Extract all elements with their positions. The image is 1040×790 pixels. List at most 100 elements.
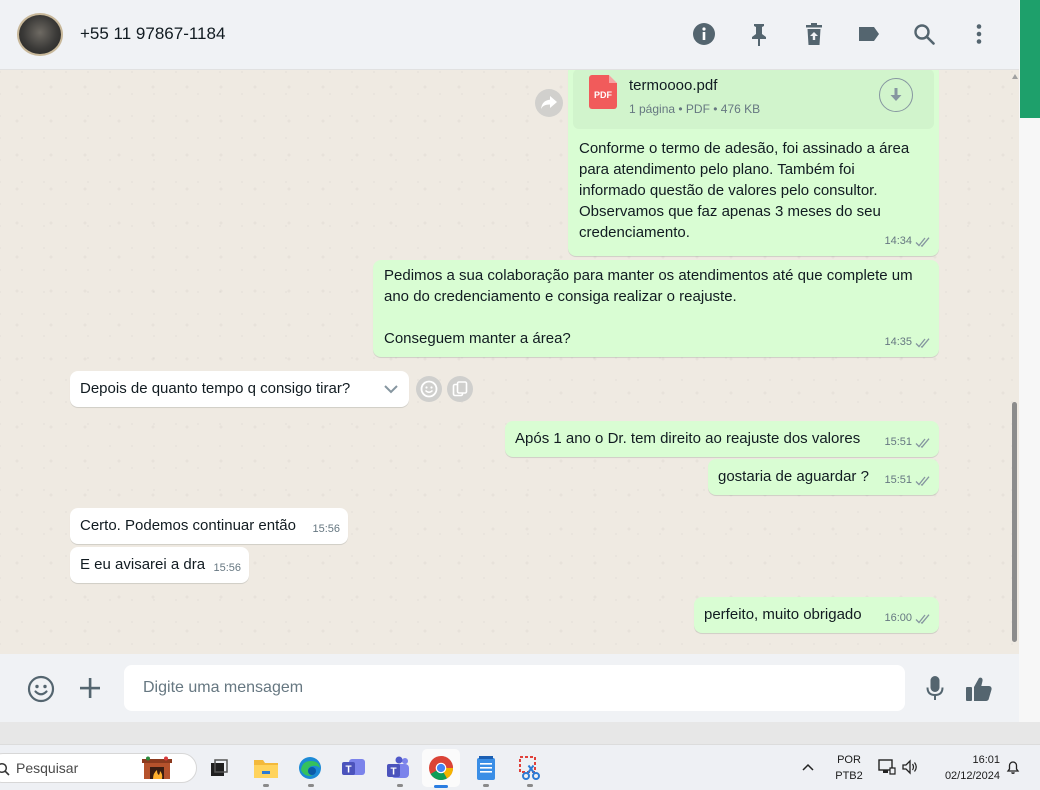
double-check-icon: [915, 236, 931, 247]
message-line: para atendimento pelo plano. Também foi: [579, 161, 855, 178]
message-text: E eu avisarei a dra: [80, 556, 206, 573]
search-label: Pesquisar: [16, 760, 79, 776]
message-meta: 15:51: [884, 432, 931, 453]
snipping-tool-icon[interactable]: [516, 754, 544, 782]
message-line: informado questão de valores pelo consul…: [579, 182, 878, 199]
message-bubble[interactable]: gostaria de aguardar ? 15:51: [708, 459, 939, 495]
language-indicator-top[interactable]: POR: [830, 754, 868, 766]
message-text: Após 1 ano o Dr. tem direito ao reajuste…: [515, 430, 861, 447]
taskbar-running-indicator: [527, 784, 533, 787]
message-bubble[interactable]: perfeito, muito obrigado 16:00: [694, 597, 939, 633]
message-meta: 14:35: [884, 332, 931, 353]
clock-date[interactable]: 02/12/2024: [930, 770, 1006, 782]
message-text: Depois de quanto tempo q consigo tirar?: [80, 380, 351, 397]
edge-browser-icon[interactable]: [296, 754, 324, 782]
svg-text:T: T: [345, 765, 351, 776]
notepad-icon[interactable]: [472, 754, 500, 782]
file-explorer-icon[interactable]: [252, 754, 280, 782]
chat-scrollbar[interactable]: [1010, 70, 1019, 654]
microphone-icon[interactable]: [922, 674, 948, 704]
message-time: 15:56: [213, 562, 241, 574]
react-emoji-button[interactable]: [416, 376, 442, 402]
copy-icon: [452, 381, 468, 397]
message-bubble[interactable]: Após 1 ano o Dr. tem direito ao reajuste…: [505, 421, 939, 457]
whatsapp-window: +55 11 97867-1184 PDF termoooo.pdf 1 pág…: [0, 0, 1019, 722]
fireplace-icon: [141, 756, 173, 780]
svg-text:T: T: [390, 767, 396, 778]
message-text: Conforme o termo de adesão, foi assinado…: [579, 138, 909, 243]
message-input[interactable]: [124, 665, 905, 711]
taskbar-running-indicator: [308, 784, 314, 787]
teams-classic-icon[interactable]: T: [340, 754, 368, 782]
search-icon[interactable]: [910, 20, 938, 48]
message-meta: 16:00: [884, 608, 931, 629]
message-time: 16:00: [884, 612, 912, 624]
contact-name[interactable]: +55 11 97867-1184: [80, 24, 225, 44]
message-bubble[interactable]: Pedimos a sua colaboração para manter os…: [373, 260, 939, 357]
message-time: 15:51: [884, 474, 912, 486]
task-view-icon[interactable]: [205, 754, 233, 782]
info-icon[interactable]: [690, 20, 718, 48]
network-icon[interactable]: [878, 759, 896, 780]
taskbar-running-indicator: [483, 784, 489, 787]
double-check-icon: [915, 437, 931, 448]
avatar[interactable]: [17, 13, 63, 56]
message-time: 15:56: [312, 523, 340, 535]
taskbar-search[interactable]: Pesquisar: [0, 753, 197, 783]
document-attachment[interactable]: PDF termoooo.pdf 1 página • PDF • 476 KB: [573, 70, 934, 129]
double-check-icon: [915, 475, 931, 486]
window-edge: [1019, 0, 1040, 722]
message-meta: 14:34: [884, 231, 931, 252]
delete-icon[interactable]: [800, 20, 828, 48]
plus-icon[interactable]: [76, 674, 104, 702]
chevron-down-icon[interactable]: [381, 379, 401, 399]
download-icon: [890, 88, 902, 101]
message-bubble[interactable]: E eu avisarei a dra 15:56: [70, 547, 249, 583]
message-composer: [0, 654, 1019, 722]
chevron-up-icon[interactable]: [801, 759, 817, 775]
message-text: perfeito, muito obrigado: [704, 606, 862, 623]
thumbs-up-icon[interactable]: [963, 673, 995, 705]
notification-bell-icon[interactable]: [1005, 759, 1021, 780]
message-line: Conseguem manter a área?: [384, 330, 571, 347]
clock-time[interactable]: 16:01: [930, 754, 1006, 766]
message-bubble-document[interactable]: PDF termoooo.pdf 1 página • PDF • 476 KB…: [568, 70, 939, 256]
document-name: termoooo.pdf: [629, 77, 718, 94]
message-line: Observamos que faz apenas 3 meses do seu: [579, 203, 881, 220]
message-line: [384, 307, 913, 328]
copy-button[interactable]: [447, 376, 473, 402]
message-text: Certo. Podemos continuar então: [80, 517, 296, 534]
message-line: Pedimos a sua colaboração para manter os…: [384, 267, 913, 284]
message-bubble[interactable]: Certo. Podemos continuar então 15:56: [70, 508, 348, 544]
window-accent: [1020, 0, 1040, 118]
language-indicator-bottom[interactable]: PTB2: [830, 770, 868, 782]
message-meta: 15:51: [884, 470, 931, 491]
chrome-icon[interactable]: [427, 754, 455, 782]
scroll-up-arrow-icon[interactable]: [1012, 74, 1018, 79]
more-icon[interactable]: [965, 20, 993, 48]
chat-header: +55 11 97867-1184: [0, 0, 1019, 70]
message-line: Conforme o termo de adesão, foi assinado…: [579, 140, 910, 157]
forward-icon[interactable]: [535, 89, 563, 117]
search-icon: [0, 762, 10, 776]
taskbar-active-indicator: [434, 785, 448, 788]
message-time: 14:35: [884, 336, 912, 348]
message-line: ano do credenciamento e consiga realizar…: [384, 288, 737, 305]
taskbar: Pesquisar T T POR PTB2 16:01 02/12/2024: [0, 744, 1040, 790]
message-bubble[interactable]: Depois de quanto tempo q consigo tirar?: [70, 371, 409, 407]
message-text: Pedimos a sua colaboração para manter os…: [384, 265, 913, 349]
double-check-icon: [915, 337, 931, 348]
message-text: gostaria de aguardar ?: [718, 468, 869, 485]
emoji-icon[interactable]: [26, 674, 56, 704]
volume-icon[interactable]: [901, 759, 919, 780]
pdf-badge: PDF: [594, 89, 612, 100]
message-time: 15:51: [884, 436, 912, 448]
teams-icon[interactable]: T: [385, 754, 413, 782]
message-line: credenciamento.: [579, 224, 690, 241]
message-list[interactable]: PDF termoooo.pdf 1 página • PDF • 476 KB…: [0, 70, 1019, 654]
pin-icon[interactable]: [745, 20, 773, 48]
label-icon[interactable]: [855, 20, 883, 48]
message-time: 14:34: [884, 235, 912, 247]
scroll-thumb[interactable]: [1012, 402, 1017, 642]
download-button[interactable]: [879, 78, 913, 112]
